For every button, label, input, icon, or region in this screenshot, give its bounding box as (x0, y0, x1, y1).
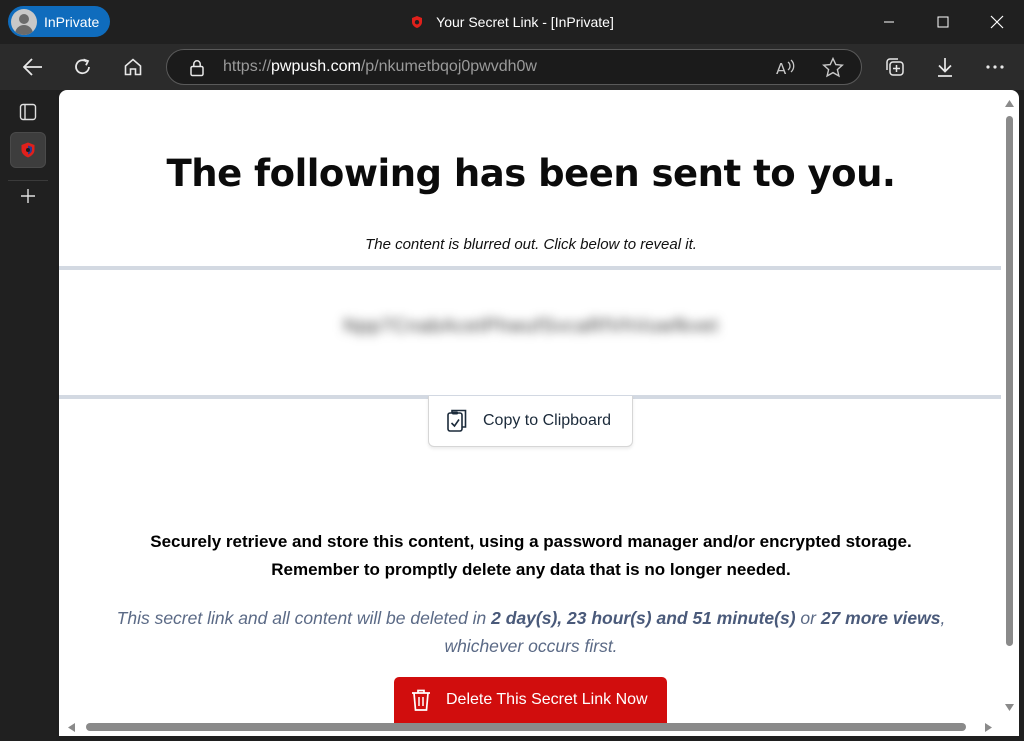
copy-to-clipboard-button[interactable]: Copy to Clipboard (428, 396, 633, 447)
close-icon (990, 15, 1004, 29)
url-path: /p/nkumetbqoj0pwvdh0w (360, 58, 537, 75)
clipboard-icon (447, 409, 467, 432)
page-heading: The following has been sent to you. (166, 152, 897, 195)
vertical-scrollbar[interactable] (1001, 96, 1017, 716)
browser-toolbar: https://pwpush.com/p/nkumetbqoj0pwvdh0w … (0, 44, 1024, 90)
read-aloud-icon: A (776, 59, 795, 78)
delete-secret-link-button[interactable]: Delete This Secret Link Now (394, 677, 667, 723)
top-divider (59, 266, 1001, 270)
lock-icon[interactable] (189, 59, 205, 77)
tab-actions-button[interactable] (10, 94, 46, 130)
back-button[interactable] (14, 48, 52, 86)
pwpush-icon (412, 16, 423, 28)
inprivate-profile-button[interactable]: InPrivate (8, 6, 110, 37)
home-icon (124, 58, 142, 76)
back-icon (23, 58, 42, 76)
horizontal-scroll-thumb[interactable] (86, 723, 966, 731)
more-icon (986, 65, 1004, 69)
minimize-button[interactable] (864, 0, 914, 44)
url-host: pwpush.com (271, 58, 361, 75)
title-bar: InPrivate Your Secret Link - [InPrivate] (0, 0, 1024, 44)
svg-text:A: A (776, 60, 787, 78)
blur-instructions: The content is blurred out. Click below … (365, 236, 697, 253)
sidebar-tab-your-secret-link[interactable] (10, 132, 46, 168)
avatar (11, 8, 37, 35)
favorite-button[interactable] (821, 56, 845, 80)
minimize-icon (884, 21, 894, 23)
close-window-button[interactable] (972, 0, 1022, 44)
scroll-up-arrow-icon[interactable] (1005, 100, 1014, 107)
download-icon (938, 58, 952, 77)
vertical-scroll-thumb[interactable] (1006, 116, 1013, 646)
security-notice: Securely retrieve and store this content… (59, 528, 1003, 584)
delete-button-label: Delete This Secret Link Now (446, 691, 648, 708)
tab-actions-icon (19, 103, 37, 121)
inprivate-label: InPrivate (44, 13, 100, 30)
scroll-down-arrow-icon[interactable] (1005, 704, 1014, 711)
url-scheme: https:// (223, 58, 272, 75)
more-options-button[interactable] (976, 48, 1014, 86)
blurred-secret-content[interactable]: Npp7CnabAcetPhwufSvcaRfVhVuwfkvet (59, 316, 1003, 338)
home-button[interactable] (114, 48, 152, 86)
new-tab-button[interactable] (10, 178, 46, 214)
refresh-icon (75, 58, 90, 75)
expiry-notice: This secret link and all content will be… (89, 604, 973, 660)
read-aloud-button[interactable]: A (773, 56, 797, 80)
collections-button[interactable] (876, 48, 914, 86)
scroll-left-arrow-icon[interactable] (68, 723, 75, 732)
window-title-text: Your Secret Link - [InPrivate] (436, 14, 614, 30)
page-content: The following has been sent to you. The … (59, 90, 1019, 736)
expiry-prefix: This secret link and all content will be… (116, 608, 492, 628)
favorite-star-icon (822, 56, 844, 78)
expiry-time: 2 day(s), 23 hour(s) and 51 minute(s) (491, 608, 796, 628)
pwpush-icon (21, 142, 35, 158)
url-text[interactable]: https://pwpush.com/p/nkumetbqoj0pwvdh0w (223, 58, 537, 76)
downloads-button[interactable] (926, 48, 964, 86)
expiry-or: or (795, 608, 821, 628)
horizontal-scrollbar[interactable] (60, 718, 1000, 736)
maximize-button[interactable] (918, 0, 968, 44)
notice-line-2: Remember to promptly delete any data tha… (271, 560, 791, 579)
copy-button-label: Copy to Clipboard (483, 412, 612, 429)
add-icon (21, 189, 35, 203)
vertical-tabs-sidebar (0, 90, 56, 741)
maximize-icon (937, 16, 949, 28)
refresh-button[interactable] (64, 48, 102, 86)
expiry-views: 27 more views (820, 608, 941, 628)
collections-icon (886, 58, 904, 76)
notice-line-1: Securely retrieve and store this content… (150, 532, 912, 551)
scroll-right-arrow-icon[interactable] (985, 723, 992, 732)
trash-icon (412, 689, 430, 711)
address-bar[interactable]: https://pwpush.com/p/nkumetbqoj0pwvdh0w … (166, 49, 862, 85)
